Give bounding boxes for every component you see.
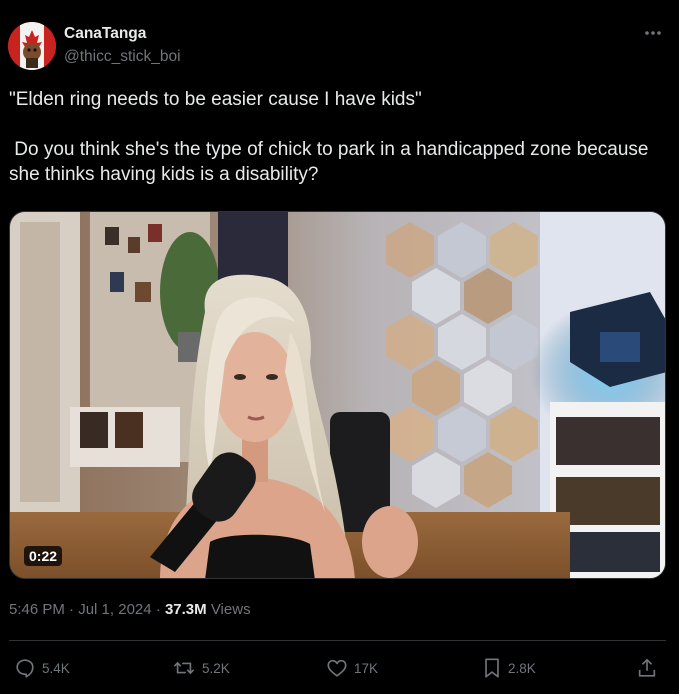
more-options-button[interactable] xyxy=(642,24,664,42)
tweet-card: CanaTanga @thicc_stick_boi "Elden ring n… xyxy=(0,0,679,694)
meta-separator: · xyxy=(64,601,79,618)
tweet-header: CanaTanga @thicc_stick_boi xyxy=(8,18,668,74)
video-player[interactable]: 0:22 xyxy=(9,211,666,579)
canada-flag-character-avatar-icon xyxy=(8,22,56,70)
tweet-text: "Elden ring needs to be easier cause I h… xyxy=(9,87,659,187)
repost-icon xyxy=(173,661,195,675)
video-duration-badge: 0:22 xyxy=(24,546,63,566)
share-button[interactable] xyxy=(636,656,658,680)
more-dots-icon xyxy=(645,31,661,35)
divider xyxy=(9,640,666,641)
reply-button[interactable]: 5.4K xyxy=(14,656,70,680)
views-count: 37.3M xyxy=(164,601,207,618)
tweet-date[interactable]: Jul 1, 2024 xyxy=(78,601,151,618)
bookmark-button[interactable]: 2.8K xyxy=(482,656,536,680)
avatar[interactable] xyxy=(8,22,56,70)
share-icon xyxy=(638,658,656,677)
reply-icon xyxy=(16,659,34,678)
repost-count: 5.2K xyxy=(202,660,230,676)
tweet-text-line-1: "Elden ring needs to be easier cause I h… xyxy=(9,89,422,110)
author-names: CanaTanga @thicc_stick_boi xyxy=(64,24,181,67)
user-handle[interactable]: @thicc_stick_boi xyxy=(64,47,181,67)
meta-separator-2: · xyxy=(151,601,165,618)
tweet-time[interactable]: 5:46 PM xyxy=(9,601,65,618)
like-button[interactable]: 17K xyxy=(326,656,378,680)
tweet-text-line-2: Do you think she's the type of chick to … xyxy=(9,139,654,185)
reply-count: 5.4K xyxy=(42,660,70,676)
video-thumbnail xyxy=(10,212,665,578)
repost-button[interactable]: 5.2K xyxy=(172,656,230,680)
bookmark-icon xyxy=(485,658,499,678)
bookmark-count: 2.8K xyxy=(508,660,536,676)
heart-icon xyxy=(327,659,347,677)
views-label: Views xyxy=(206,601,251,618)
like-count: 17K xyxy=(354,660,379,676)
display-name[interactable]: CanaTanga xyxy=(64,24,181,44)
action-bar: 5.4K 5.2K 17K 2.8K xyxy=(0,650,679,686)
tweet-meta: 5:46 PM · Jul 1, 2024 · 37.3M Views xyxy=(9,600,251,620)
